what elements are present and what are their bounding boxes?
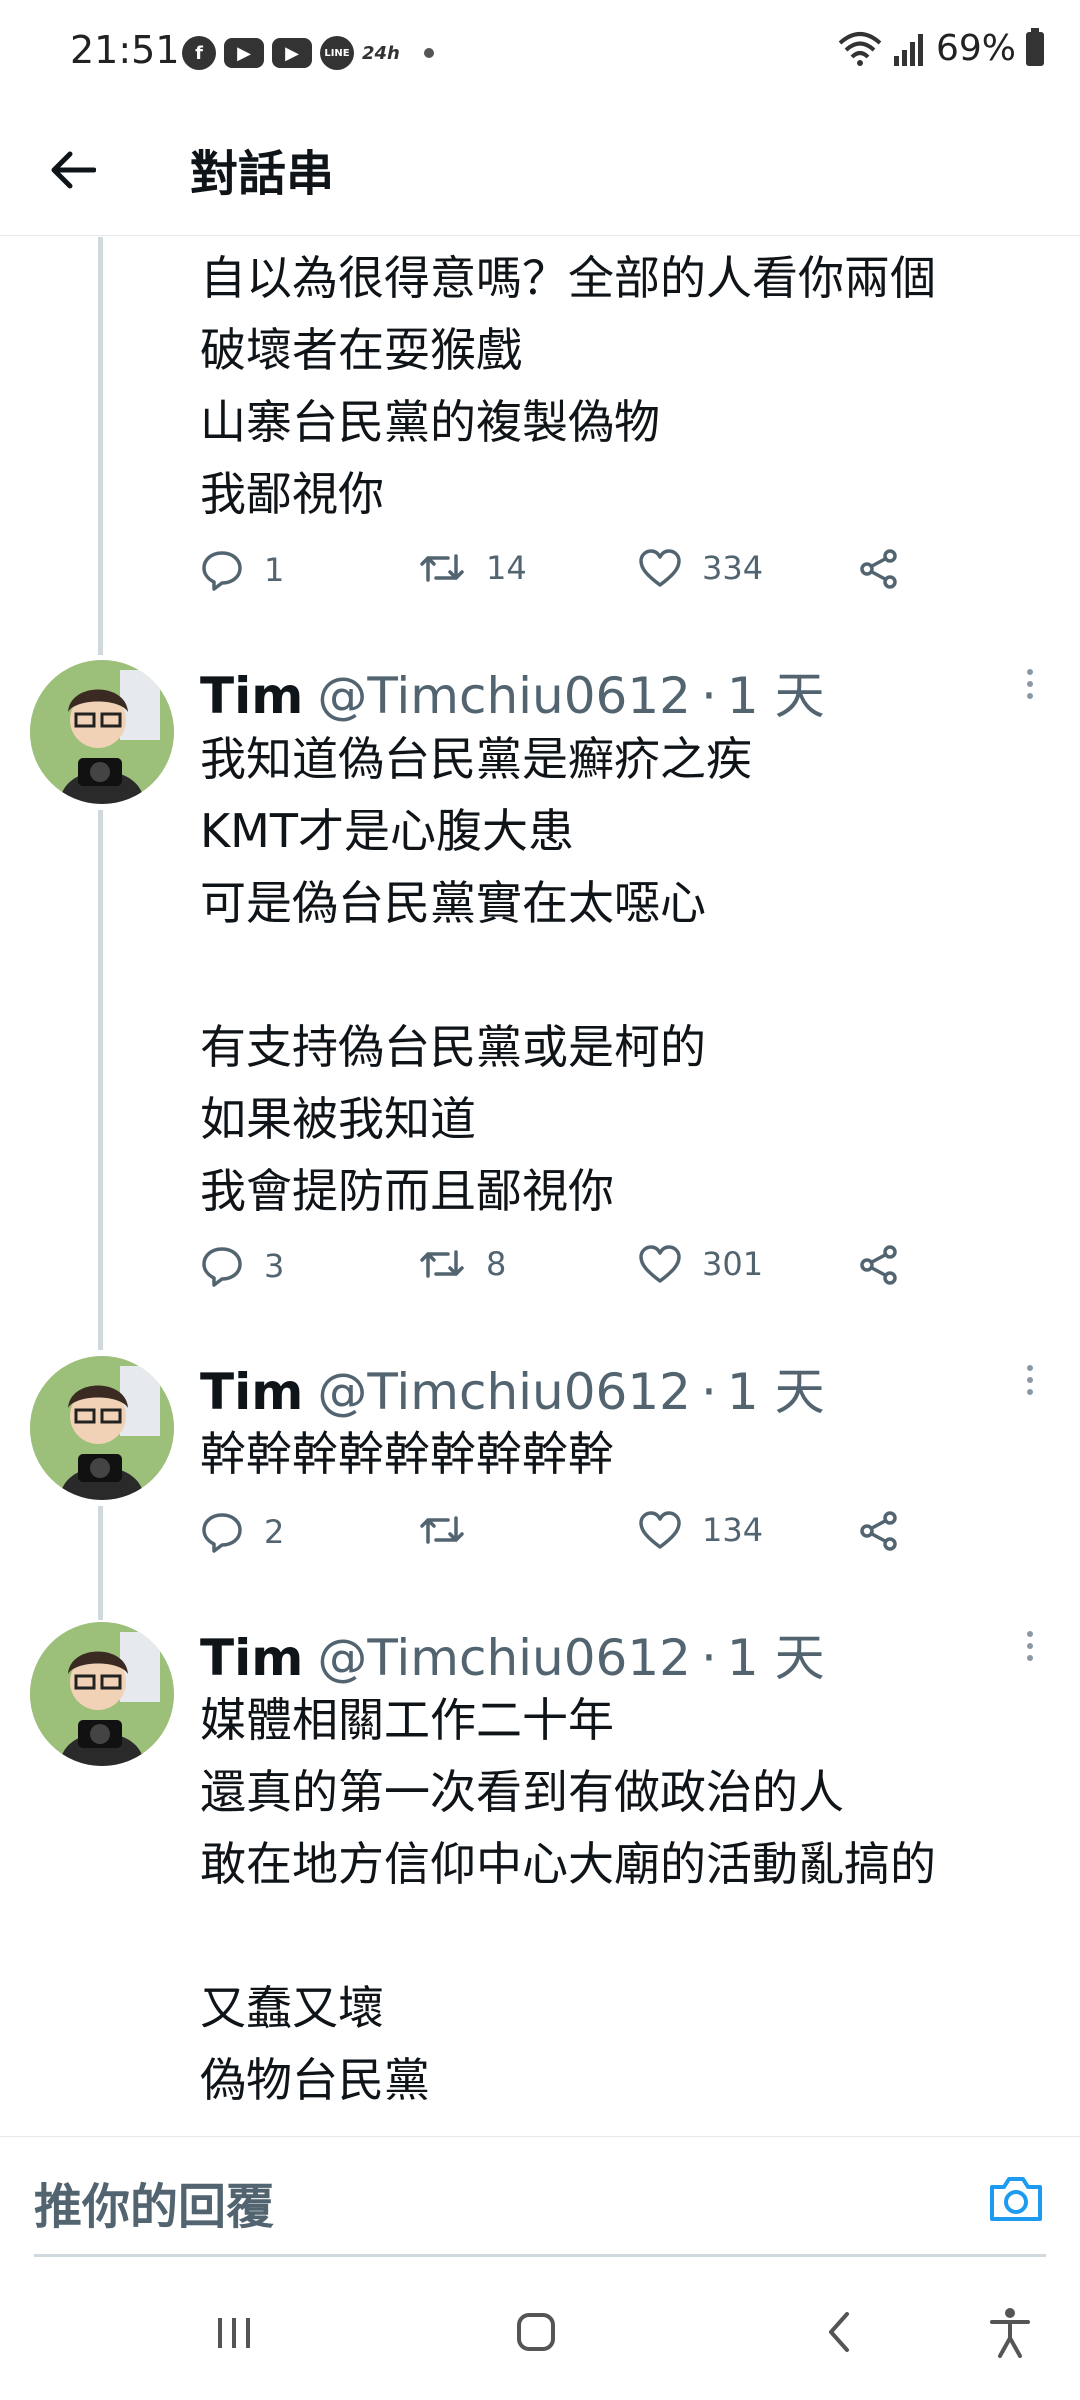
- share-icon: [860, 549, 897, 589]
- retweet-icon: [420, 554, 464, 582]
- youtube-icon: ▶: [224, 38, 264, 68]
- reply-button[interactable]: 3: [200, 1244, 284, 1288]
- status-right: 69%: [838, 27, 1044, 69]
- retweet-icon: [420, 1516, 464, 1544]
- battery-percent: 69%: [935, 28, 1016, 69]
- heart-icon: [639, 1245, 681, 1283]
- reply-count: 1: [264, 551, 285, 589]
- battery-icon: [1026, 27, 1044, 66]
- avatar[interactable]: [30, 1356, 174, 1500]
- like-count: 334: [702, 549, 764, 587]
- separator-dot: ·: [700, 667, 717, 725]
- top-app-bar: 對話串: [0, 104, 1080, 236]
- like-button[interactable]: 301: [638, 1244, 763, 1284]
- tweet-header: Tim @Timchiu0612 · 1 天: [200, 1618, 825, 1690]
- retweet-icon: [420, 1250, 464, 1278]
- share-button[interactable]: [858, 1244, 900, 1286]
- accessibility-button[interactable]: [980, 2302, 1040, 2362]
- notification-icons: f ▶ ▶ LINE 24h: [182, 36, 434, 70]
- more-notifications-dot: [423, 48, 434, 58]
- facebook-icon: f: [182, 36, 216, 70]
- reply-count: 2: [264, 1513, 285, 1551]
- like-count: 301: [702, 1245, 764, 1283]
- tweet-header: Tim @Timchiu0612 · 1 天: [200, 1352, 825, 1424]
- tweet-text: 媒體相關工作二十年 還真的第一次看到有做政治的人 敢在地方信仰中心大廟的活動亂搞…: [200, 1693, 936, 2107]
- camera-icon: [990, 2177, 1042, 2221]
- avatar[interactable]: [30, 660, 174, 804]
- tweet-text: 我知道偽台民黨是癬疥之疾 KMT才是心腹大患 可是偽台民黨實在太噁心 有支持偽台…: [200, 732, 752, 1218]
- tweet-text: 幹幹幹幹幹幹幹幹幹: [200, 1427, 614, 1481]
- tweet-text: 自以為很得意嗎？全部的人看你兩個 破壞者在耍猴戲 山寨台民黨的複製偽物 我鄙視你: [200, 251, 936, 521]
- author-name[interactable]: Tim: [200, 1629, 303, 1687]
- separator-dot: ·: [700, 1629, 717, 1687]
- signal-icon: [893, 33, 923, 66]
- author-name[interactable]: Tim: [200, 667, 303, 725]
- more-options-button[interactable]: [1010, 656, 1050, 712]
- share-button[interactable]: [858, 548, 900, 590]
- share-button[interactable]: [858, 1510, 900, 1552]
- avatar-image: [30, 1622, 174, 1766]
- tweet-actions: 3 8 301: [200, 1244, 920, 1300]
- heart-icon: [639, 549, 681, 587]
- accessibility-icon: [990, 2308, 1030, 2358]
- tweet-time[interactable]: 1 天: [727, 1352, 825, 1424]
- home-button[interactable]: [506, 2302, 566, 2362]
- back-nav-button[interactable]: [808, 2302, 868, 2362]
- camera-button[interactable]: [986, 2169, 1046, 2229]
- reply-icon: [202, 1247, 242, 1287]
- author-handle[interactable]: @Timchiu0612: [317, 1363, 691, 1421]
- tweet-header: Tim @Timchiu0612 · 1 天: [200, 656, 825, 728]
- reply-count: 3: [264, 1247, 285, 1285]
- thread-line: [98, 1506, 103, 1620]
- 24h-icon: 24h: [362, 42, 400, 64]
- status-time: 21:51: [70, 28, 180, 72]
- reply-icon: [202, 1513, 242, 1553]
- retweet-button[interactable]: 14: [418, 548, 527, 588]
- more-options-button[interactable]: [1010, 1352, 1050, 1408]
- home-icon: [517, 2313, 555, 2351]
- author-handle[interactable]: @Timchiu0612: [317, 1629, 691, 1687]
- reply-divider: [34, 2254, 1046, 2257]
- author-name[interactable]: Tim: [200, 1363, 303, 1421]
- arrow-left-icon: [51, 151, 96, 189]
- page-title: 對話串: [190, 146, 335, 202]
- avatar-image: [30, 1356, 174, 1500]
- status-bar: 21:51 f ▶ ▶ LINE 24h 69%: [0, 0, 1080, 104]
- share-icon: [860, 1245, 897, 1285]
- like-button[interactable]: 334: [638, 548, 763, 588]
- system-nav-bar: [0, 2262, 1080, 2400]
- tweet-actions: 2 134: [200, 1510, 920, 1566]
- tweet-actions: 1 14 334: [200, 548, 920, 604]
- share-icon: [860, 1511, 897, 1551]
- youtube-icon: ▶: [272, 38, 312, 68]
- reply-button[interactable]: 1: [200, 548, 284, 592]
- back-button[interactable]: [40, 138, 104, 202]
- author-handle[interactable]: @Timchiu0612: [317, 667, 691, 725]
- reply-button[interactable]: 2: [200, 1510, 284, 1554]
- line-icon: LINE: [320, 36, 354, 70]
- like-button[interactable]: 134: [638, 1510, 763, 1550]
- thread-line: [98, 810, 103, 1350]
- tweet-time[interactable]: 1 天: [727, 656, 825, 728]
- thread-line: [98, 237, 103, 655]
- retweet-button[interactable]: [418, 1510, 486, 1550]
- reply-icon: [202, 551, 242, 591]
- heart-icon: [639, 1511, 681, 1549]
- retweet-button[interactable]: 8: [418, 1244, 506, 1284]
- like-count: 134: [702, 1511, 764, 1549]
- separator-dot: ·: [700, 1363, 717, 1421]
- tweet-time[interactable]: 1 天: [727, 1618, 825, 1690]
- chevron-left-icon: [829, 2312, 849, 2352]
- recent-apps-button[interactable]: [204, 2302, 264, 2362]
- retweet-count: 14: [486, 549, 527, 587]
- reply-input[interactable]: 推你的回覆: [34, 2167, 274, 2237]
- retweet-count: 8: [486, 1245, 507, 1283]
- avatar-image: [30, 660, 174, 804]
- more-options-button[interactable]: [1010, 1618, 1050, 1674]
- wifi-icon: [838, 31, 882, 66]
- reply-composer[interactable]: 推你的回覆: [0, 2136, 1080, 2258]
- avatar[interactable]: [30, 1622, 174, 1766]
- recent-apps-icon: [218, 2318, 250, 2348]
